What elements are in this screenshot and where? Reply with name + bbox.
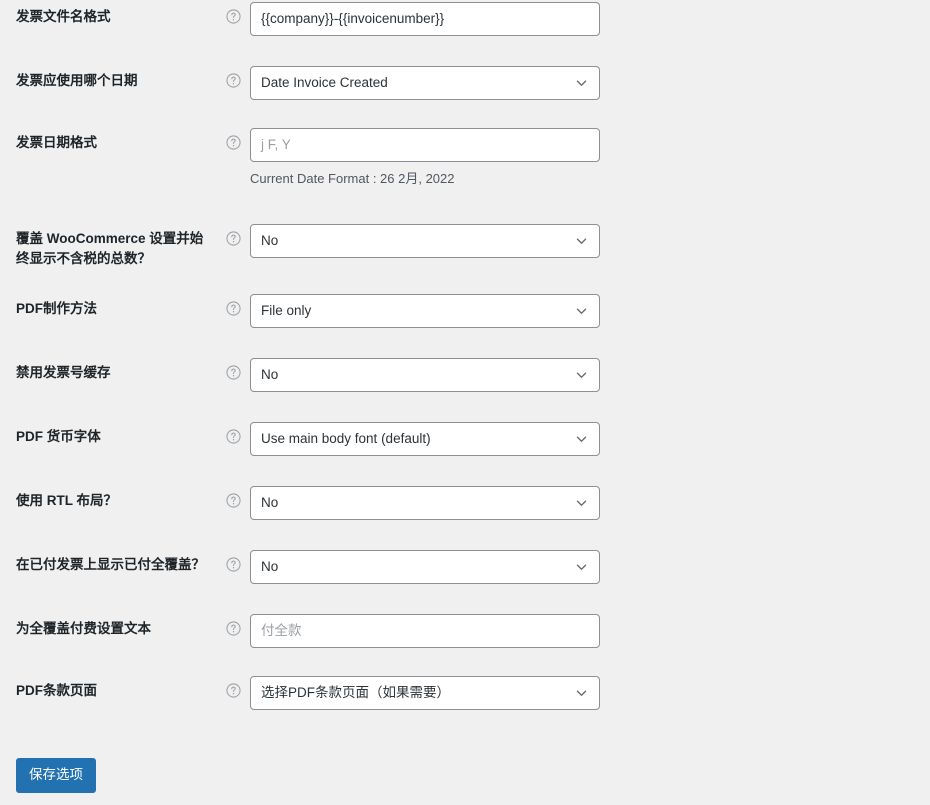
setting-control: No xyxy=(250,356,930,392)
chevron-down-icon xyxy=(576,564,587,570)
input-value: {{company}}-{{invoicenumber}} xyxy=(261,11,445,26)
setting-helper-text: Current Date Format : 26 2月, 2022 xyxy=(250,171,455,186)
setting-select[interactable]: No xyxy=(250,486,600,520)
settings-row: 为全覆盖付费设置文本 付全款 xyxy=(0,612,930,674)
help-circle-icon xyxy=(225,9,241,24)
select-value: Date Invoice Created xyxy=(261,75,388,90)
invoice-settings-form: 发票文件名格式 {{company}}-{{invoicenumber}} 发票应使… xyxy=(0,0,930,793)
chevron-down-icon xyxy=(576,308,587,314)
help-tooltip-trigger[interactable] xyxy=(216,64,250,88)
setting-label: 使用 RTL 布局？ xyxy=(16,493,117,508)
settings-row: 禁用发票号缓存 No xyxy=(0,356,930,420)
setting-text-input[interactable]: 付全款 xyxy=(250,614,600,648)
chevron-down-icon xyxy=(576,372,587,378)
help-tooltip-trigger[interactable] xyxy=(216,292,250,316)
help-circle-icon xyxy=(225,429,241,444)
settings-row: PDF制作方法 File only xyxy=(0,292,930,356)
setting-control: File only xyxy=(250,292,930,328)
help-circle-icon xyxy=(225,683,241,698)
chevron-down-icon xyxy=(576,80,587,86)
help-tooltip-trigger[interactable] xyxy=(216,356,250,380)
help-circle-icon xyxy=(225,557,241,572)
select-value: No xyxy=(261,233,279,248)
setting-select[interactable]: No xyxy=(250,358,600,392)
setting-label: 发票应使用哪个日期 xyxy=(16,73,138,88)
setting-control: No xyxy=(250,222,930,258)
input-value: 付全款 xyxy=(261,623,302,638)
help-tooltip-trigger[interactable] xyxy=(216,0,250,24)
setting-text-input[interactable]: j F, Y xyxy=(250,128,600,162)
settings-row: 在已付发票上显示已付全覆盖？ No xyxy=(0,548,930,612)
chevron-down-icon xyxy=(576,238,587,244)
save-options-button[interactable]: 保存选项 xyxy=(16,758,96,793)
setting-select[interactable]: 选择PDF条款页面（如果需要） xyxy=(250,676,600,710)
select-value: No xyxy=(261,559,279,574)
help-tooltip-trigger[interactable] xyxy=(216,612,250,636)
help-circle-icon xyxy=(225,493,241,508)
chevron-down-icon xyxy=(576,690,587,696)
help-circle-icon xyxy=(225,301,241,316)
chevron-down-icon xyxy=(576,500,587,506)
chevron-down-icon xyxy=(576,436,587,442)
select-value: Use main body font (default) xyxy=(261,431,431,446)
setting-label: PDF制作方法 xyxy=(16,301,97,316)
setting-label: PDF 货币字体 xyxy=(16,429,101,444)
setting-label: PDF条款页面 xyxy=(16,683,97,698)
help-circle-icon xyxy=(225,135,241,150)
setting-control: 付全款 xyxy=(250,612,930,648)
settings-row: 发票日期格式 j F, Y Current Date Format : 26 2月,… xyxy=(0,126,930,222)
select-value: No xyxy=(261,495,279,510)
help-circle-icon xyxy=(225,231,241,246)
setting-control: j F, Y Current Date Format : 26 2月, 2022 xyxy=(250,126,930,188)
setting-control: Use main body font (default) xyxy=(250,420,930,456)
help-tooltip-trigger[interactable] xyxy=(216,126,250,150)
settings-row: 发票文件名格式 {{company}}-{{invoicenumber}} xyxy=(0,0,930,64)
settings-row: PDF条款页面 选择PDF条款页面（如果需要） xyxy=(0,674,930,736)
setting-text-input[interactable]: {{company}}-{{invoicenumber}} xyxy=(250,2,600,36)
help-tooltip-trigger[interactable] xyxy=(216,548,250,572)
form-submit-area: 保存选项 xyxy=(0,736,930,793)
setting-label: 在已付发票上显示已付全覆盖？ xyxy=(16,557,205,572)
help-circle-icon xyxy=(225,621,241,636)
setting-select[interactable]: No xyxy=(250,550,600,584)
input-value: j F, Y xyxy=(261,137,291,152)
settings-row: 发票应使用哪个日期 Date Invoice Created xyxy=(0,64,930,126)
help-tooltip-trigger[interactable] xyxy=(216,222,250,246)
setting-label: 为全覆盖付费设置文本 xyxy=(16,621,151,636)
select-value: 选择PDF条款页面（如果需要） xyxy=(261,685,450,700)
help-tooltip-trigger[interactable] xyxy=(216,420,250,444)
setting-label: 覆盖 WooCommerce 设置并始终显示不含税的总数？ xyxy=(16,231,204,266)
help-circle-icon xyxy=(225,365,241,380)
setting-control: Date Invoice Created xyxy=(250,64,930,100)
setting-label: 发票日期格式 xyxy=(16,135,97,150)
setting-control: 选择PDF条款页面（如果需要） xyxy=(250,674,930,710)
settings-row: PDF 货币字体 Use main body font (default) xyxy=(0,420,930,484)
settings-row: 覆盖 WooCommerce 设置并始终显示不含税的总数？ No xyxy=(0,222,930,292)
settings-row: 使用 RTL 布局？ No xyxy=(0,484,930,548)
setting-label: 发票文件名格式 xyxy=(16,9,111,24)
setting-control: No xyxy=(250,548,930,584)
help-circle-icon xyxy=(225,73,241,88)
select-value: No xyxy=(261,367,279,382)
help-tooltip-trigger[interactable] xyxy=(216,484,250,508)
help-tooltip-trigger[interactable] xyxy=(216,674,250,698)
setting-select[interactable]: Use main body font (default) xyxy=(250,422,600,456)
setting-select[interactable]: Date Invoice Created xyxy=(250,66,600,100)
setting-control: No xyxy=(250,484,930,520)
select-value: File only xyxy=(261,303,312,318)
setting-control: {{company}}-{{invoicenumber}} xyxy=(250,0,930,36)
setting-select[interactable]: No xyxy=(250,224,600,258)
setting-label: 禁用发票号缓存 xyxy=(16,365,111,380)
setting-select[interactable]: File only xyxy=(250,294,600,328)
